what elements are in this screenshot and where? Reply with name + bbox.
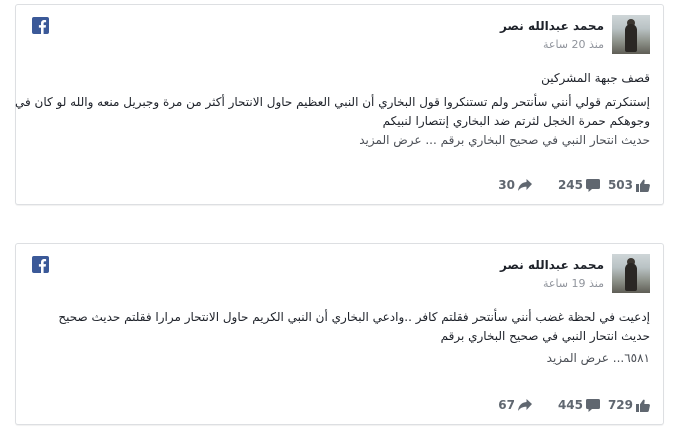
post-card: محمد عبدالله نصر منذ 19 ساعة إدعيت في لح… [15, 243, 664, 425]
post-actions: 503 245 30 [28, 176, 650, 194]
post-timestamp[interactable]: منذ 20 ساعة [543, 38, 604, 51]
comment-icon [586, 398, 600, 412]
see-more-link[interactable]: ٦٥٨١... عرض المزيد [28, 349, 650, 368]
share-count: 67 [498, 398, 515, 412]
avatar[interactable] [612, 254, 650, 293]
post-card: محمد عبدالله نصر منذ 20 ساعة قصف جبهة ال… [15, 4, 664, 205]
share-icon [518, 399, 532, 411]
avatar[interactable] [612, 15, 650, 54]
thumbs-up-icon [636, 399, 650, 412]
like-count: 503 [607, 178, 633, 192]
share-icon [518, 179, 532, 191]
post-line: حديث انتحار النبي في صحيح البخاري برقم [440, 329, 650, 343]
comment-count: 245 [557, 178, 583, 192]
comment-count-button[interactable]: 445 [558, 396, 600, 414]
facebook-icon[interactable] [32, 17, 49, 34]
comment-count: 445 [557, 398, 583, 412]
post-line: إدعيت في لحظة غضب أنني سأنتحر فقلتم كافر… [58, 310, 650, 324]
post-text: قصف جبهة المشركين إستنكرتم قولي أنني سأن… [14, 69, 650, 150]
like-count-button[interactable]: 729 [608, 396, 650, 414]
author-name[interactable]: محمد عبدالله نصر [500, 258, 604, 272]
post-timestamp[interactable]: منذ 19 ساعة [543, 277, 604, 290]
post-line: قصف جبهة المشركين [541, 71, 650, 85]
post-text: إدعيت في لحظة غضب أنني سأنتحر فقلتم كافر… [28, 308, 650, 368]
share-count: 30 [498, 178, 515, 192]
thumbs-up-icon [636, 179, 650, 192]
like-count-button[interactable]: 503 [608, 176, 650, 194]
post-line: وجوهكم حمرة الخجل لثرتم ضد البخاري إنتصا… [382, 114, 650, 128]
share-count-button[interactable]: 67 [498, 396, 532, 414]
see-more-link[interactable]: حديث انتحار النبي في صحيح البخاري برقم .… [28, 131, 650, 150]
comment-count-button[interactable]: 245 [558, 176, 600, 194]
like-count: 729 [607, 398, 633, 412]
post-actions: 729 445 67 [28, 396, 650, 414]
comment-icon [586, 178, 600, 192]
post-line: إستنكرتم قولي أنني سأنتحر ولم تستنكروا ق… [14, 95, 650, 109]
share-count-button[interactable]: 30 [498, 176, 532, 194]
facebook-icon[interactable] [32, 256, 49, 273]
author-name[interactable]: محمد عبدالله نصر [500, 19, 604, 33]
